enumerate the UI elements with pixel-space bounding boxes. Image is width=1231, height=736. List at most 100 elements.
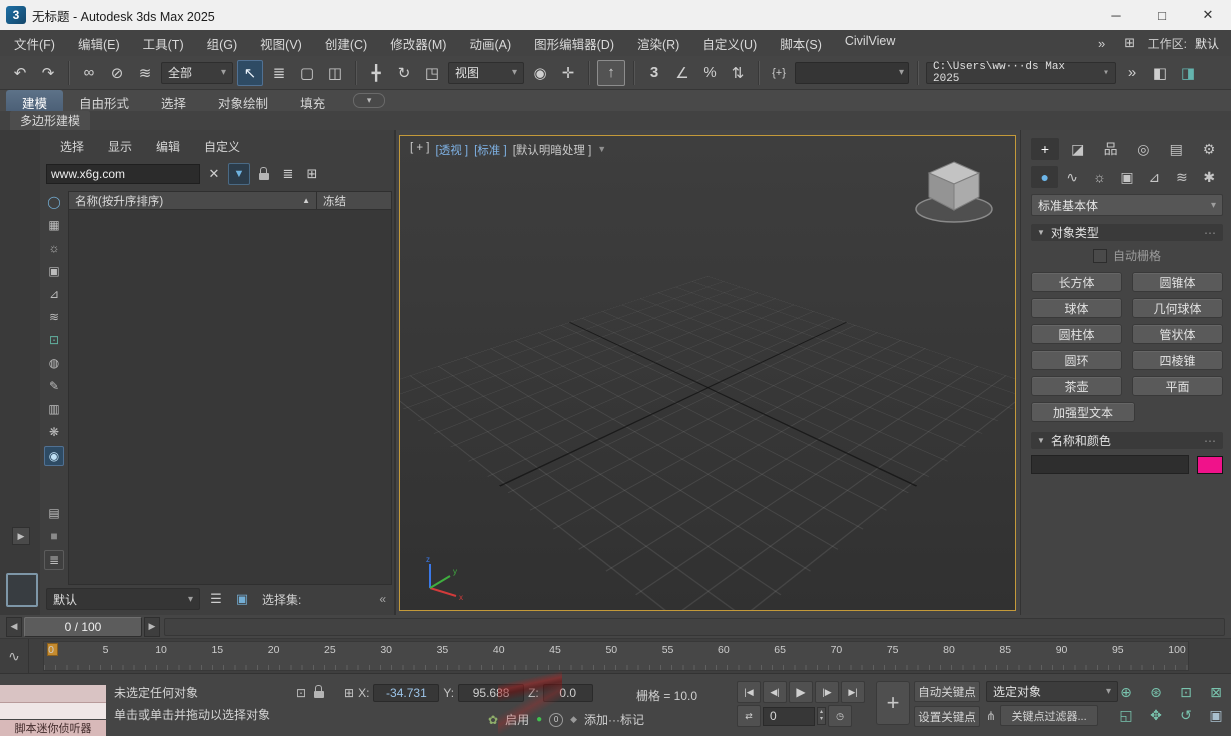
ribbon-tab[interactable]: 选择: [145, 90, 202, 111]
selection-lock-icon[interactable]: [314, 685, 325, 701]
select-link-icon[interactable]: ∞: [77, 61, 101, 85]
autogrid-checkbox[interactable]: [1092, 248, 1107, 263]
explorer-menu-item[interactable]: 选择: [60, 138, 84, 155]
menu-item[interactable]: 渲染(R): [637, 34, 679, 53]
object-type-button[interactable]: 长方体: [1031, 272, 1122, 292]
object-type-button[interactable]: 平面: [1132, 376, 1223, 396]
time-slider-track[interactable]: [164, 617, 1225, 636]
viewport-filter-icon[interactable]: ▼: [597, 144, 606, 158]
menu-item[interactable]: 自定义(U): [702, 34, 757, 53]
explorer-menu-item[interactable]: 自定义: [204, 138, 240, 155]
viewport-menu-preset[interactable]: [标准 ]: [474, 142, 507, 158]
tree-expand-icon[interactable]: ≣: [278, 164, 298, 184]
project-path-dropdown[interactable]: C:\Users\ww···ds Max 2025 ▾: [926, 61, 1116, 85]
window-crossing-icon[interactable]: ◫: [323, 61, 347, 85]
select-object-icon[interactable]: ↖: [237, 59, 263, 86]
maximize-viewport-icon[interactable]: ▣: [1202, 705, 1230, 726]
auto-key-button[interactable]: 自动关键点: [914, 681, 980, 702]
zoom-extents-icon[interactable]: ⊡: [1172, 682, 1200, 703]
select-and-move-icon[interactable]: ╋: [364, 61, 388, 85]
column-header-freeze[interactable]: 冻结: [317, 192, 391, 209]
project-manager-icon[interactable]: ◨: [1176, 61, 1200, 85]
object-type-button[interactable]: 圆锥体: [1132, 272, 1223, 292]
select-and-manipulate-icon[interactable]: ✛: [556, 61, 580, 85]
angle-snap-icon[interactable]: ∠: [670, 61, 694, 85]
filter-lights-icon[interactable]: ☼: [45, 239, 63, 257]
tab-hierarchy-icon[interactable]: 品: [1097, 138, 1125, 160]
explorer-search-input[interactable]: [46, 164, 200, 184]
filter-funnel-icon[interactable]: ▼: [228, 163, 250, 185]
filter-all-objects-icon[interactable]: ◯: [45, 193, 63, 211]
set-key-button[interactable]: +: [876, 681, 910, 725]
tab-modify-icon[interactable]: ◪: [1064, 138, 1092, 160]
zoom-region-icon[interactable]: ◱: [1112, 705, 1140, 726]
maximize-button[interactable]: □: [1139, 0, 1185, 30]
add-marker-label[interactable]: 添加···标记: [584, 711, 644, 728]
time-configuration-icon[interactable]: ◷: [828, 705, 853, 727]
go-to-end-icon[interactable]: ▶|: [841, 681, 865, 703]
ribbon-tab[interactable]: 建模: [6, 90, 64, 111]
explorer-collapse-icon[interactable]: «: [379, 592, 386, 606]
filter-xrefs-icon[interactable]: ◍: [45, 354, 63, 372]
undo-icon[interactable]: ↶: [8, 61, 32, 85]
filter-layers-icon[interactable]: ▦: [45, 216, 63, 234]
menu-item[interactable]: 工具(T): [143, 34, 184, 53]
layout-thumbnail[interactable]: [6, 573, 38, 607]
selection-region-icon[interactable]: ▢: [295, 61, 319, 85]
column-header-name[interactable]: 名称(按升序排序) ▲: [69, 192, 317, 209]
menu-item[interactable]: 编辑(E): [78, 34, 120, 53]
object-type-button[interactable]: 圆柱体: [1031, 324, 1122, 344]
category-cameras-icon[interactable]: ▣: [1113, 166, 1140, 188]
filter-bones-icon[interactable]: ✎: [45, 377, 63, 395]
y-coordinate-field[interactable]: 95.688: [458, 684, 525, 702]
enable-label[interactable]: 启用: [505, 711, 529, 728]
layer-manager-icon[interactable]: ☰: [206, 589, 226, 609]
viewport-menu-pov[interactable]: [透视 ]: [436, 142, 469, 158]
key-mode-toggle-icon[interactable]: ⇄: [737, 705, 761, 727]
object-type-button-textplus[interactable]: 加强型文本: [1031, 402, 1135, 422]
ribbon-tab[interactable]: 对象绘制: [202, 90, 284, 111]
menubar-overflow-icon[interactable]: »: [1092, 33, 1112, 53]
unlink-selection-icon[interactable]: ⊘: [105, 61, 129, 85]
select-by-name-icon[interactable]: ≣: [267, 61, 291, 85]
script-listener-line2[interactable]: [0, 703, 106, 719]
tab-utilities-icon[interactable]: ⚙: [1195, 138, 1223, 160]
object-type-button[interactable]: 几何球体: [1132, 298, 1223, 318]
time-slider-prev-icon[interactable]: ◀: [6, 616, 22, 637]
filter-visibility-icon[interactable]: ◉: [44, 446, 64, 466]
marker-icon[interactable]: ◆: [570, 714, 577, 725]
selected-object-dropdown[interactable]: 选定对象 ▾: [986, 681, 1118, 702]
current-frame-field[interactable]: 0: [763, 706, 815, 726]
minimize-button[interactable]: ─: [1093, 0, 1139, 30]
menu-item[interactable]: 组(G): [207, 34, 238, 53]
category-helpers-icon[interactable]: ⊿: [1141, 166, 1168, 188]
viewport[interactable]: [ + ] [透视 ] [标准 ] [默认明暗处理 ] ▼ z x y: [399, 135, 1016, 611]
key-filters-icon[interactable]: ⋔: [986, 709, 996, 723]
menu-item[interactable]: CivilView: [845, 34, 895, 53]
viewport-menu-shading[interactable]: [默认明暗处理 ]: [513, 142, 592, 158]
mini-curve-editor-icon[interactable]: ∿: [0, 639, 29, 673]
object-type-button[interactable]: 茶壶: [1031, 376, 1122, 396]
select-and-scale-icon[interactable]: ◳: [420, 61, 444, 85]
scene-object-list[interactable]: [68, 210, 392, 585]
category-spacewarps-icon[interactable]: ≋: [1168, 166, 1195, 188]
object-color-swatch[interactable]: [1197, 455, 1223, 474]
isolate-selection-icon[interactable]: ⊡: [296, 686, 306, 701]
absolute-mode-icon[interactable]: ⊞: [344, 686, 354, 700]
explorer-doc-icon[interactable]: ▤: [45, 504, 63, 522]
close-button[interactable]: ✕: [1185, 0, 1231, 30]
object-type-button[interactable]: 球体: [1031, 298, 1122, 318]
ribbon-panel-polymodeling[interactable]: 多边形建模: [10, 111, 91, 130]
filter-groups-icon[interactable]: ▥: [45, 400, 63, 418]
selection-set-icon[interactable]: ▣: [232, 589, 252, 609]
selection-preset-dropdown[interactable]: 默认 ▾: [46, 588, 200, 610]
bind-spacewarp-icon[interactable]: ≋: [133, 61, 157, 85]
snap-toggle-3d-icon[interactable]: 3: [642, 61, 666, 85]
filter-containers-icon[interactable]: ⊡: [45, 331, 63, 349]
menu-item[interactable]: 文件(F): [14, 34, 55, 53]
previous-frame-icon[interactable]: ◀|: [763, 681, 787, 703]
selection-filter-dropdown[interactable]: 全部 ▾: [161, 61, 233, 84]
zoom-extents-all-icon[interactable]: ⊠: [1202, 682, 1230, 703]
keyboard-override-icon[interactable]: ↑: [597, 59, 625, 86]
tree-options-icon[interactable]: ⊞: [302, 164, 322, 184]
